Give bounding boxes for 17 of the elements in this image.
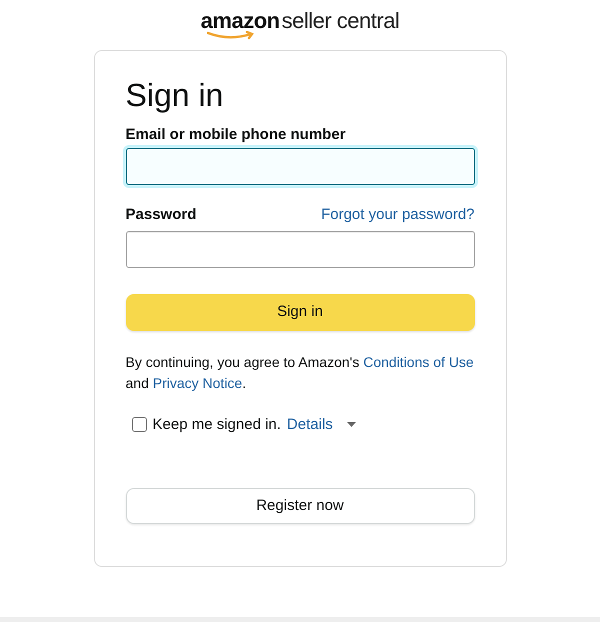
conditions-link[interactable]: Conditions of Use [363,354,474,370]
logo-product: seller central [282,10,400,32]
forgot-password-link[interactable]: Forgot your password? [321,204,474,226]
details-link[interactable]: Details [286,414,333,436]
sign-in-button[interactable]: Sign in [126,294,474,330]
register-now-button[interactable]: Register now [126,488,474,524]
email-label: Email or mobile phone number [126,125,346,144]
password-label: Password [126,205,196,225]
password-input-field[interactable] [126,230,474,268]
keep-signed-in-label: Keep me signed in. [152,414,281,434]
legal-notice: By continuing, you agree to Amazon's Conditions of Use and Privacy Notice. [126,352,474,393]
caret-icon [346,422,356,428]
email-input-field[interactable] [126,148,474,185]
logo-brand: amazon [200,10,280,32]
keep-signed-in-checkbox[interactable] [132,417,146,432]
privacy-notice-link[interactable]: Privacy Notice [152,374,242,390]
sign-in-title: Sign in [126,76,224,115]
